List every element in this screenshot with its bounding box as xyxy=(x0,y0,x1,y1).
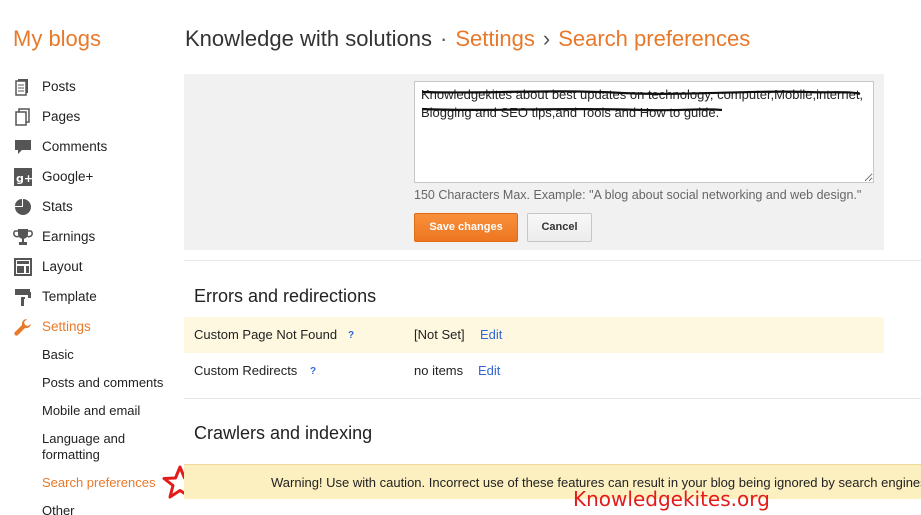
layout-icon xyxy=(14,258,32,276)
save-changes-button[interactable]: Save changes xyxy=(414,213,518,242)
sidebar-item-label: Google+ xyxy=(42,169,94,184)
wrench-icon xyxy=(14,319,31,336)
blog-description-textarea[interactable]: Knowledgekites about best updates on tec… xyxy=(414,81,874,183)
row-value: [Not Set] xyxy=(414,327,465,342)
my-blogs-link[interactable]: My blogs xyxy=(13,26,101,52)
sidebar-nav: Posts Pages Comments g+ Google+ Stats Ea… xyxy=(0,74,178,515)
row-label: Custom Redirects xyxy=(194,363,298,378)
sidebar-item-stats[interactable]: Stats xyxy=(0,194,178,220)
breadcrumb-search-preferences[interactable]: Search preferences xyxy=(558,26,750,51)
sidebar-item-label: Settings xyxy=(42,319,91,334)
sidebar-item-pages[interactable]: Pages xyxy=(0,104,178,130)
sidebar-item-label: Template xyxy=(42,289,97,304)
errors-section-title: Errors and redirections xyxy=(194,286,377,306)
comments-icon xyxy=(15,140,31,154)
breadcrumb: Knowledge with solutions · Settings › Search… xyxy=(185,26,750,52)
settings-sub-posts-comments[interactable]: Posts and comments xyxy=(42,375,163,391)
edit-redirects-link[interactable]: Edit xyxy=(478,363,500,378)
settings-sub-language-formatting[interactable]: Language and formatting xyxy=(42,431,142,463)
sidebar-item-label: Comments xyxy=(42,139,108,154)
sidebar-item-label: Layout xyxy=(42,259,83,274)
row-label: Custom Page Not Found xyxy=(194,327,338,342)
breadcrumb-separator: · xyxy=(440,26,448,51)
settings-sub-search-preferences[interactable]: Search preferences xyxy=(42,475,155,491)
sidebar-item-comments[interactable]: Comments xyxy=(0,134,178,160)
help-icon[interactable]: ? xyxy=(348,330,354,341)
sidebar-item-label: Posts xyxy=(42,79,76,94)
settings-sub-basic[interactable]: Basic xyxy=(42,347,74,363)
cancel-button[interactable]: Cancel xyxy=(527,213,592,242)
sidebar-item-label: Stats xyxy=(42,199,73,214)
row-value: no items xyxy=(414,363,464,378)
top-header: My blogs Knowledge with solutions · Settin… xyxy=(0,0,921,78)
divider xyxy=(184,260,921,261)
sidebar-item-settings[interactable]: Settings xyxy=(0,314,178,340)
pages-icon xyxy=(15,108,30,126)
settings-sub-mobile-email[interactable]: Mobile and email xyxy=(42,403,140,419)
main-content: Knowledgekites about best updates on tec… xyxy=(184,74,921,515)
sidebar-item-label: Earnings xyxy=(42,229,96,244)
breadcrumb-chevron: › xyxy=(542,26,551,51)
sidebar-item-template[interactable]: Template xyxy=(0,284,178,310)
help-icon[interactable]: ? xyxy=(310,366,316,377)
google-plus-icon: g+ xyxy=(14,168,33,186)
template-icon xyxy=(15,289,31,306)
watermark-text: Knowledgekites.org xyxy=(573,487,770,511)
posts-icon xyxy=(15,79,28,96)
character-limit-hint: 150 Characters Max. Example: "A blog abo… xyxy=(414,188,862,202)
sidebar-item-label: Pages xyxy=(42,109,81,124)
stats-icon xyxy=(15,199,31,215)
settings-sub-other[interactable]: Other xyxy=(42,503,75,515)
crawlers-section-title: Crawlers and indexing xyxy=(194,423,373,443)
breadcrumb-blog-name[interactable]: Knowledge with solutions xyxy=(185,26,432,51)
description-panel: Knowledgekites about best updates on tec… xyxy=(184,74,884,250)
divider xyxy=(184,398,921,399)
custom-redirects-row: Custom Redirects ? no items Edit xyxy=(184,353,884,389)
warning-banner: Warning! Use with caution. Incorrect use… xyxy=(184,464,921,499)
edit-not-found-link[interactable]: Edit xyxy=(480,327,502,342)
svg-text:g+: g+ xyxy=(16,172,33,185)
sidebar-item-posts[interactable]: Posts xyxy=(0,74,178,100)
breadcrumb-settings[interactable]: Settings xyxy=(455,26,535,51)
sidebar-item-google-plus[interactable]: g+ Google+ xyxy=(0,164,178,190)
earnings-icon xyxy=(13,229,33,245)
custom-page-not-found-row: Custom Page Not Found ? [Not Set] Edit xyxy=(184,317,884,353)
sidebar-item-earnings[interactable]: Earnings xyxy=(0,224,178,250)
sidebar-item-layout[interactable]: Layout xyxy=(0,254,178,280)
